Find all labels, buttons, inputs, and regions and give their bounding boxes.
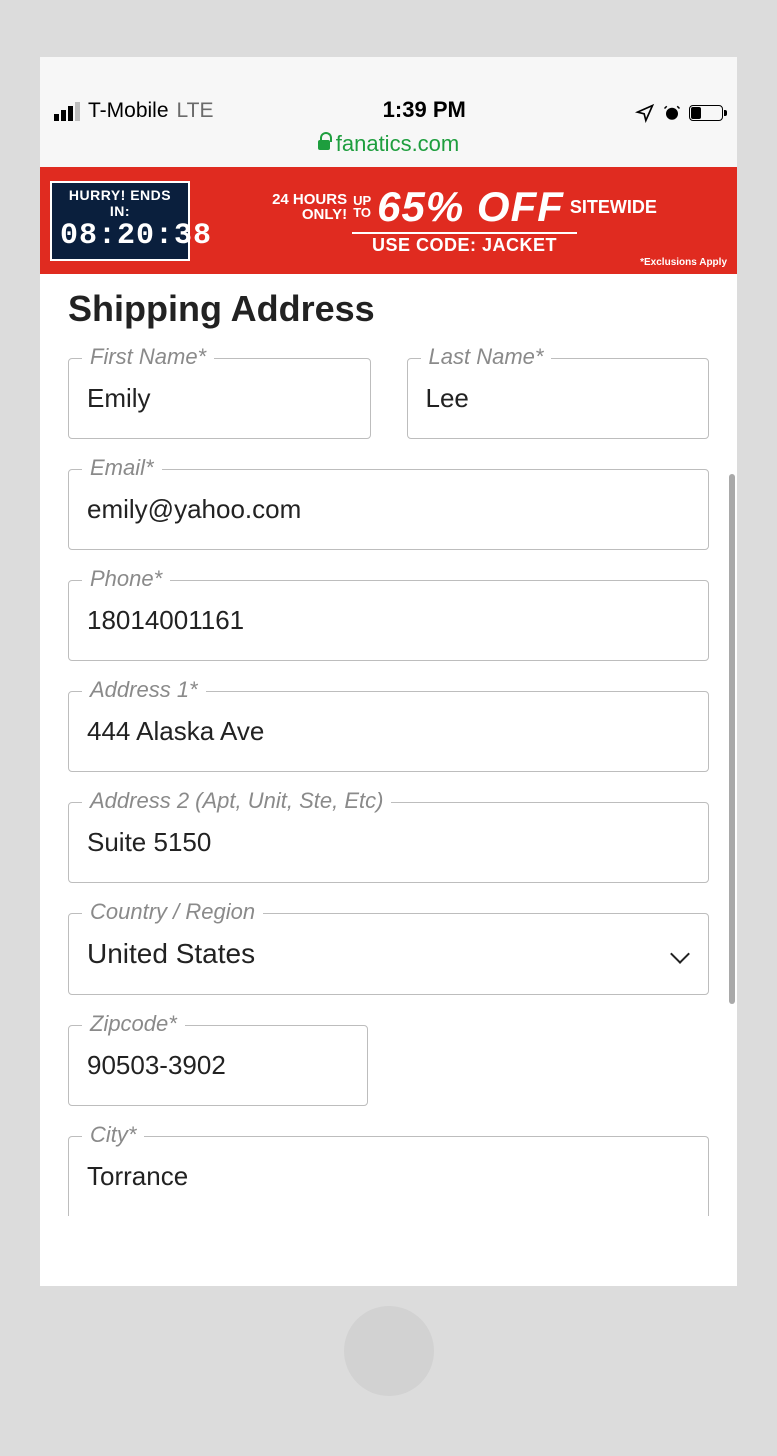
promo-24hours: 24 HOURS ONLY!: [272, 192, 347, 222]
promo-upto-l2: TO: [353, 207, 371, 219]
input-last-name[interactable]: [407, 358, 710, 439]
promo-usecode: USE CODE: JACKET: [352, 232, 577, 254]
promo-content: 24 HOURS ONLY! UP TO 65% OFF SITEWIDE US…: [202, 186, 727, 255]
select-country[interactable]: United States: [68, 913, 709, 995]
lock-icon: [318, 137, 330, 151]
browser-url-bar[interactable]: fanatics.com: [40, 127, 737, 167]
input-address1[interactable]: [68, 691, 709, 772]
hurry-label: HURRY! ENDS IN:: [60, 187, 180, 219]
clock: 1:39 PM: [214, 97, 636, 123]
device-frame: T-Mobile LTE 1:39 PM fanatics.com HURR: [0, 0, 777, 1456]
input-email[interactable]: [68, 469, 709, 550]
promo-upto: UP TO: [353, 195, 371, 218]
promo-24hours-l2: ONLY!: [272, 207, 347, 222]
countdown-timer: HURRY! ENDS IN: 08:20:38: [50, 181, 190, 261]
field-phone: Phone*: [68, 580, 709, 661]
field-last-name: Last Name*: [407, 358, 710, 439]
field-address1: Address 1*: [68, 691, 709, 772]
alarm-icon: [663, 104, 681, 122]
label-last-name: Last Name*: [421, 344, 552, 370]
input-city[interactable]: [68, 1136, 709, 1216]
input-zipcode[interactable]: [68, 1025, 368, 1106]
input-first-name[interactable]: [68, 358, 371, 439]
promo-percent: 65% OFF: [377, 186, 564, 228]
input-address2[interactable]: [68, 802, 709, 883]
field-country: Country / Region United States: [68, 913, 709, 995]
field-zipcode: Zipcode*: [68, 1025, 368, 1106]
page-title: Shipping Address: [68, 288, 709, 330]
timer-value: 08:20:38: [60, 219, 180, 253]
promo-sitewide: SITEWIDE: [570, 198, 657, 216]
screen: T-Mobile LTE 1:39 PM fanatics.com HURR: [40, 57, 737, 1286]
status-left: T-Mobile LTE: [54, 99, 214, 123]
field-email: Email*: [68, 469, 709, 550]
carrier-label: T-Mobile: [88, 99, 169, 123]
url-text: fanatics.com: [336, 131, 460, 157]
label-phone: Phone*: [82, 566, 170, 592]
chevron-down-icon: [670, 944, 690, 964]
status-right: [635, 103, 723, 123]
label-city: City*: [82, 1122, 144, 1148]
label-email: Email*: [82, 455, 162, 481]
select-country-value: United States: [87, 938, 255, 970]
input-phone[interactable]: [68, 580, 709, 661]
label-address1: Address 1*: [82, 677, 206, 703]
label-first-name: First Name*: [82, 344, 214, 370]
label-zipcode: Zipcode*: [82, 1011, 185, 1037]
signal-icon: [54, 102, 80, 121]
label-address2: Address 2 (Apt, Unit, Ste, Etc): [82, 788, 391, 814]
network-label: LTE: [177, 99, 214, 123]
field-address2: Address 2 (Apt, Unit, Ste, Etc): [68, 802, 709, 883]
location-icon: [635, 103, 655, 123]
status-bar: T-Mobile LTE 1:39 PM: [40, 57, 737, 127]
promo-24hours-l1: 24 HOURS: [272, 192, 347, 207]
home-button[interactable]: [344, 1306, 434, 1396]
scroll-indicator[interactable]: [729, 474, 735, 1004]
promo-exclusions: *Exclusions Apply: [640, 257, 727, 268]
battery-icon: [689, 105, 723, 121]
field-city: City*: [68, 1136, 709, 1216]
form-content: Shipping Address First Name* Last Name* …: [40, 274, 737, 1286]
field-first-name: First Name*: [68, 358, 371, 439]
promo-banner[interactable]: HURRY! ENDS IN: 08:20:38 24 HOURS ONLY! …: [40, 167, 737, 274]
label-country: Country / Region: [82, 899, 263, 925]
